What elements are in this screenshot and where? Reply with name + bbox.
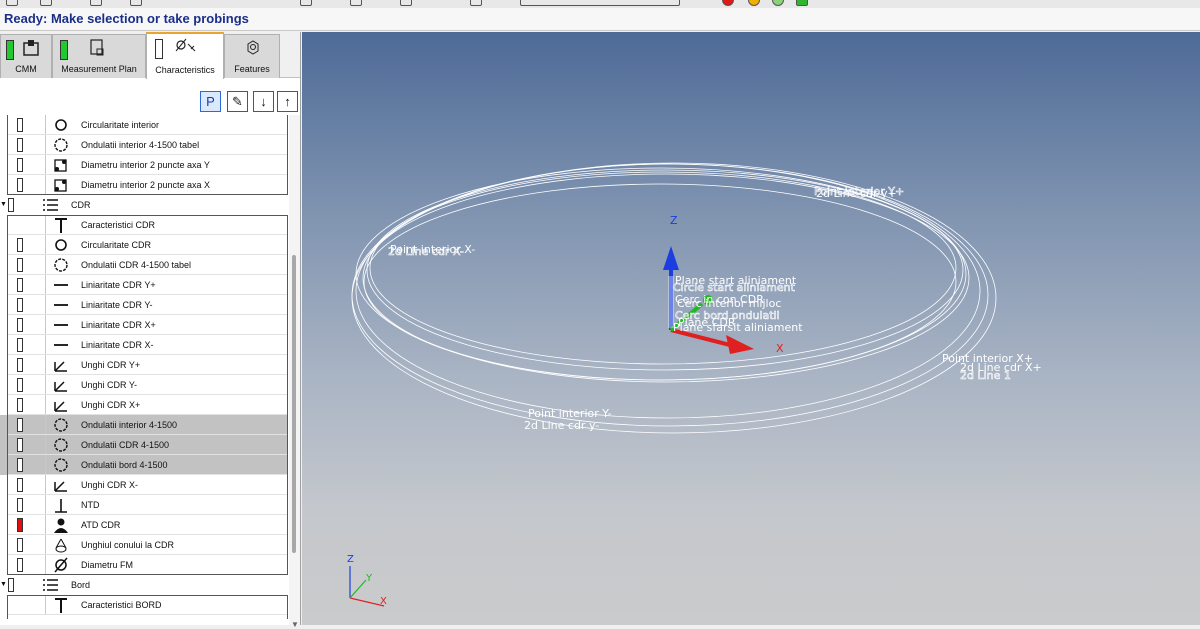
feature-label[interactable]: Cerc in con CDR [675,293,764,306]
group-frame [7,215,288,575]
group-list-icon [43,199,58,211]
toolbar-icon[interactable] [350,0,362,6]
toolbar-icon[interactable] [90,0,102,6]
characteristics-tree: Circularitate interior Ondulatii interior… [0,115,300,625]
z-axis-arrow-icon [663,246,679,270]
part-3d-view[interactable]: Z X Point interior X- 2d Line cdr X- 2d … [302,32,1200,625]
cmm-icon [23,40,39,56]
group-frame [7,115,288,195]
edit-button[interactable]: ✎ [227,91,248,112]
move-up-button[interactable]: ↑ [277,91,298,112]
group-label: Bord [71,580,91,590]
feature-label[interactable]: 2d Line 1 [960,369,1012,383]
group-row[interactable]: ▼ Bord [0,575,288,595]
tab-features[interactable]: Features [224,34,280,78]
feature-label[interactable]: Point interior Y+ [814,185,905,199]
program-button[interactable]: P [200,91,221,112]
status-indicator [6,40,14,60]
stop-icon[interactable] [722,0,734,6]
move-down-button[interactable]: ↓ [253,91,274,112]
toolbar-icon[interactable] [40,0,52,6]
left-panel: CMM Measurement Plan Characteristics Fea… [0,32,301,629]
main-toolbar [0,0,1200,8]
tab-cmm[interactable]: CMM [0,34,52,78]
tab-label: CMM [15,64,37,74]
status-indicator [60,40,68,60]
pause-icon[interactable] [748,0,760,6]
tab-bar: CMM Measurement Plan Characteristics Fea… [0,32,300,79]
z-axis-label: Z [670,214,678,227]
status-icon[interactable] [796,0,808,6]
toolbar-icon[interactable] [130,0,142,6]
orientation-triad: Z Y X [347,554,387,607]
tree-scrollbar[interactable]: ▼ [289,115,300,629]
toolbar-icon[interactable] [6,0,18,6]
status-indicator [8,198,14,212]
feature-label[interactable]: 2d Line cdr y- [524,419,599,432]
toolbar-icon[interactable] [400,0,412,6]
toolbar-icon[interactable] [470,0,482,6]
group-list-icon [43,579,58,591]
characteristics-icon [175,38,196,52]
tab-label: Measurement Plan [61,64,137,74]
group-frame [7,595,288,619]
status-indicator [155,39,163,59]
measurement-plan-icon [90,39,104,56]
mini-z-label: Z [347,554,354,565]
group-row[interactable]: ▼ CDR [0,195,288,215]
tab-measurement-plan[interactable]: Measurement Plan [52,34,146,78]
tab-label: Features [234,64,270,74]
features-icon [247,40,259,55]
tab-label: Characteristics [155,65,215,75]
x-axis-arrow-icon [726,335,754,354]
feature-label[interactable]: Plane sfarsit aliniament [673,321,803,334]
feature-labels: Point interior X- 2d Line cdr X- 2d Line… [388,185,1042,432]
mini-x-label: X [380,596,387,607]
tab-characteristics[interactable]: Characteristics [146,32,224,79]
characteristics-toolbar: P ✎ ↓ ↑ [0,79,300,115]
status-indicator [8,578,14,592]
collapse-icon[interactable]: ▼ [0,201,7,208]
mini-y-label: Y [365,573,373,584]
status-message: Ready: Make selection or take probings [0,8,1200,31]
group-label: CDR [71,200,91,210]
x-axis-label: X [776,342,784,355]
toolbar-icon[interactable] [300,0,312,6]
toolbar-dropdown[interactable] [520,0,680,6]
scrollbar-thumb[interactable] [292,255,296,553]
graphics-viewport[interactable]: Z X Point interior X- 2d Line cdr X- 2d … [302,32,1200,625]
go-icon[interactable] [772,0,784,6]
feature-label[interactable]: 2d Line cdr X- [388,245,465,259]
collapse-icon[interactable]: ▼ [0,581,7,588]
